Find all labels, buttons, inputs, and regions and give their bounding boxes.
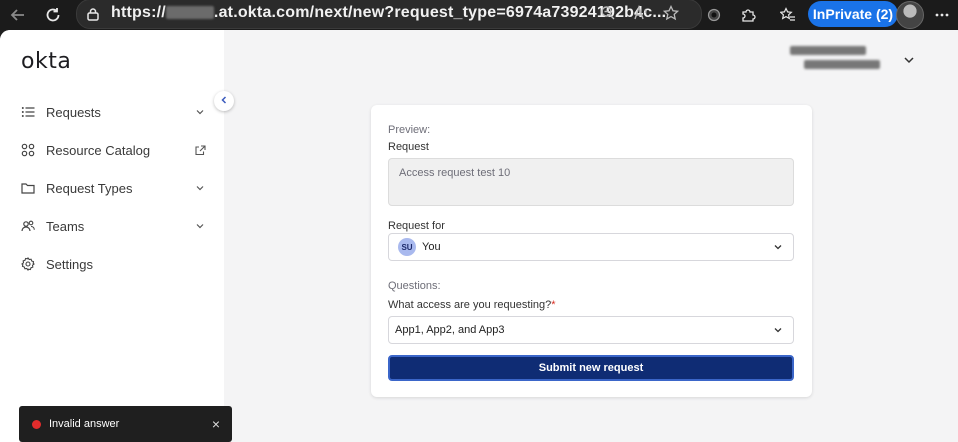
request-text-value: Access request test 10 bbox=[399, 167, 511, 179]
chevron-down-icon bbox=[773, 325, 783, 338]
question-text: What access are you requesting?* bbox=[388, 299, 556, 311]
sidebar: okta Requests Resource Catalog Request T… bbox=[0, 30, 224, 442]
back-icon[interactable] bbox=[6, 3, 30, 27]
redacted-subdomain bbox=[165, 6, 214, 20]
url-text: https://.at.okta.com/next/new?request_ty… bbox=[111, 4, 666, 22]
chevron-down-icon[interactable] bbox=[903, 53, 915, 71]
request-form-card: Preview: Request Access request test 10 … bbox=[371, 105, 812, 397]
request-for-value: You bbox=[422, 241, 441, 253]
chevron-down-icon bbox=[194, 220, 206, 232]
error-dot-icon bbox=[32, 419, 41, 429]
read-aloud-icon[interactable] bbox=[629, 1, 653, 25]
user-menu[interactable] bbox=[790, 46, 890, 74]
collapse-sidebar-button[interactable] bbox=[214, 91, 234, 111]
favorite-star-icon[interactable] bbox=[659, 1, 683, 25]
page-content: okta Requests Resource Catalog Request T… bbox=[0, 30, 958, 442]
answer-value: App1, App2, and App3 bbox=[395, 324, 505, 336]
sidebar-item-label: Settings bbox=[46, 256, 93, 272]
chevron-left-icon bbox=[219, 92, 229, 110]
browser-toolbar: https://.at.okta.com/next/new?request_ty… bbox=[0, 0, 958, 30]
toast-message: Invalid answer bbox=[49, 418, 120, 430]
question-label: What access are you requesting? bbox=[388, 299, 552, 311]
request-for-select[interactable]: SU You bbox=[388, 233, 794, 261]
more-options-icon[interactable] bbox=[930, 3, 954, 27]
url-prefix: https:// bbox=[111, 4, 166, 21]
list-icon bbox=[20, 104, 36, 120]
extensions-puzzle-icon[interactable] bbox=[736, 3, 760, 27]
external-link-icon bbox=[194, 144, 206, 156]
people-icon bbox=[20, 218, 36, 234]
sidebar-item-label: Request Types bbox=[46, 180, 133, 196]
sidebar-item-teams[interactable]: Teams bbox=[20, 214, 206, 238]
grid-icon bbox=[20, 142, 36, 158]
sidebar-item-request-types[interactable]: Request Types bbox=[20, 176, 206, 200]
sidebar-item-resource-catalog[interactable]: Resource Catalog bbox=[20, 138, 206, 162]
access-answer-select[interactable]: App1, App2, and App3 bbox=[388, 316, 794, 344]
avatar: SU bbox=[398, 238, 416, 256]
inprivate-badge[interactable]: InPrivate (2) bbox=[808, 1, 898, 27]
address-bar[interactable]: https://.at.okta.com/next/new?request_ty… bbox=[76, 0, 702, 29]
lock-icon[interactable] bbox=[81, 2, 105, 26]
sidebar-item-requests[interactable]: Requests bbox=[20, 100, 206, 124]
favorites-icon[interactable] bbox=[776, 3, 800, 27]
chevron-down-icon bbox=[194, 106, 206, 118]
questions-label: Questions: bbox=[388, 280, 441, 292]
request-label: Request bbox=[388, 141, 429, 153]
close-icon[interactable]: × bbox=[212, 416, 220, 432]
folder-icon bbox=[20, 180, 36, 196]
error-toast: Invalid answer × bbox=[19, 406, 232, 442]
extension-icon[interactable] bbox=[702, 3, 726, 27]
chevron-down-icon bbox=[773, 242, 783, 255]
preview-label: Preview: bbox=[388, 124, 431, 136]
sidebar-item-label: Resource Catalog bbox=[46, 142, 151, 158]
redacted-user-name bbox=[790, 46, 866, 55]
sidebar-item-label: Requests bbox=[46, 104, 101, 120]
refresh-icon[interactable] bbox=[41, 3, 65, 27]
request-for-label: Request for bbox=[388, 220, 445, 232]
browser-profile-avatar[interactable] bbox=[896, 1, 924, 29]
redacted-user-email bbox=[804, 60, 880, 69]
gear-icon bbox=[20, 256, 36, 272]
required-marker: * bbox=[551, 299, 556, 311]
sidebar-item-settings[interactable]: Settings bbox=[20, 252, 206, 276]
zoom-icon[interactable] bbox=[596, 1, 620, 25]
submit-new-request-button[interactable]: Submit new request bbox=[388, 355, 794, 381]
okta-logo[interactable]: okta bbox=[21, 49, 71, 74]
chevron-down-icon bbox=[194, 182, 206, 194]
request-text-field[interactable]: Access request test 10 bbox=[388, 158, 794, 206]
sidebar-item-label: Teams bbox=[46, 218, 85, 234]
